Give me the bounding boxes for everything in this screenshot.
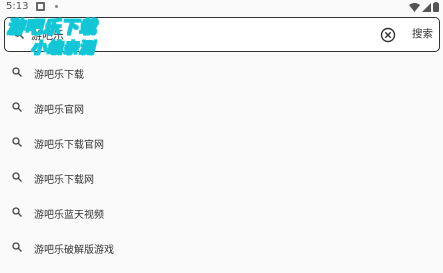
search-icon — [12, 67, 22, 77]
search-input[interactable] — [31, 24, 361, 46]
suggestion-label: 游吧乐破解版游戏 — [34, 245, 114, 256]
status-icons — [409, 2, 439, 12]
search-button[interactable]: 搜索 — [412, 26, 433, 41]
search-icon — [12, 137, 22, 147]
suggestion-label: 游吧乐下载 — [34, 70, 84, 81]
signal-icon — [422, 2, 431, 12]
suggestion-item[interactable]: 游吧乐官网 — [0, 90, 443, 125]
suggestion-item[interactable]: 游吧乐破解版游戏 — [0, 230, 443, 265]
suggestion-label: 游吧乐下载网 — [34, 175, 94, 186]
suggestion-item[interactable]: 游吧乐下载 — [0, 55, 443, 90]
clear-icon[interactable] — [380, 27, 396, 43]
suggestion-label: 游吧乐蓝天视频 — [34, 210, 104, 221]
search-icon — [12, 172, 22, 182]
suggestion-item[interactable]: 游吧乐下载网 — [0, 160, 443, 195]
search-icon — [12, 102, 22, 112]
suggestion-label: 游吧乐下载官网 — [34, 140, 104, 151]
search-icon — [12, 207, 22, 217]
notification-icon — [36, 2, 45, 11]
battery-icon — [433, 2, 439, 12]
suggestion-item[interactable]: 游吧乐下载官网 — [0, 125, 443, 160]
status-time: 5:13 — [6, 1, 29, 12]
status-bar: 5:13 — [0, 0, 443, 14]
search-bar: 搜索 — [4, 17, 440, 52]
dot-icon — [55, 5, 58, 8]
suggestion-item[interactable]: 游吧乐蓝天视频 — [0, 195, 443, 230]
search-icon — [13, 28, 24, 39]
wifi-icon — [409, 2, 420, 12]
search-icon — [12, 242, 22, 252]
suggestion-label: 游吧乐官网 — [34, 105, 84, 116]
